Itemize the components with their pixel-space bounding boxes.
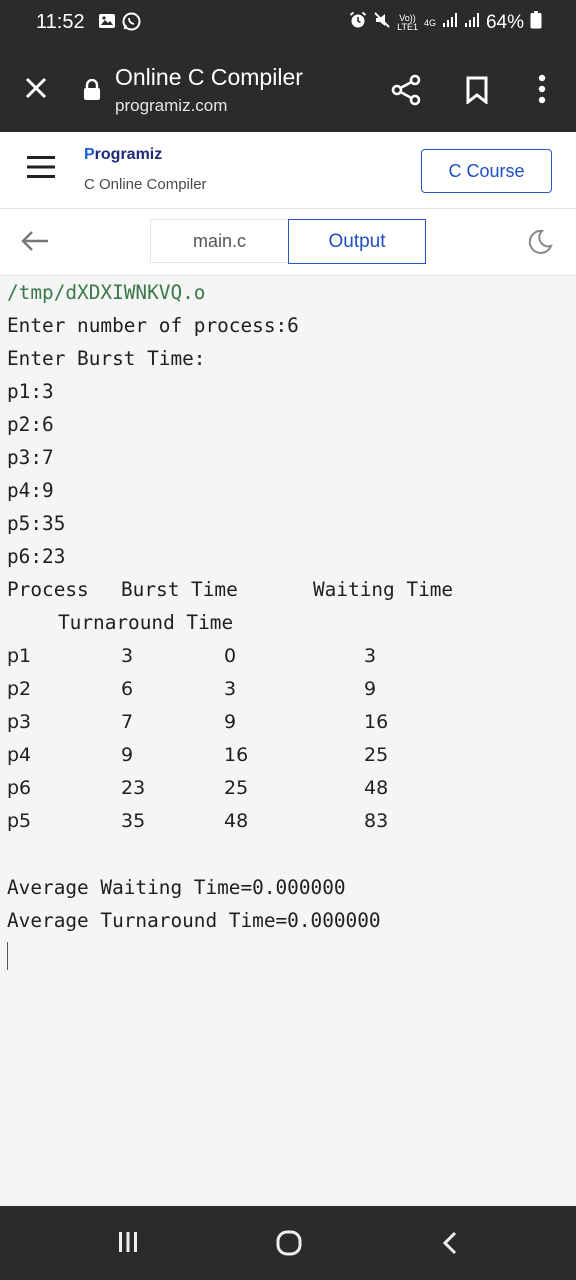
editor-tabs-bar: main.c Output [0, 209, 576, 276]
c-course-button[interactable]: C Course [421, 149, 552, 193]
site-header: Programiz C Online Compiler C Course [0, 132, 576, 209]
programiz-logo[interactable]: Programiz [84, 146, 162, 164]
cell-turnaround: 16 [364, 711, 389, 733]
tab-output[interactable]: Output [288, 219, 426, 264]
hamburger-menu-icon[interactable] [27, 154, 55, 185]
cell-waiting: 48 [224, 810, 249, 832]
cell-process: p4 [7, 744, 32, 766]
close-icon[interactable] [22, 74, 50, 107]
battery-icon [530, 11, 542, 35]
console-line: p2:6 [7, 413, 54, 436]
output-console[interactable]: /tmp/dXDXIWNKVQ.o Enter number of proces… [0, 276, 576, 1206]
header-waiting-time: Waiting Time [313, 578, 454, 601]
gallery-notification-icon [98, 12, 116, 36]
system-navigation-bar [0, 1206, 576, 1280]
cell-waiting: 3 [224, 678, 237, 700]
average-waiting-line: Average Waiting Time=0.000000 [7, 876, 346, 899]
network-generation: 4G [423, 17, 436, 28]
share-icon[interactable] [390, 74, 422, 111]
site-subtitle: C Online Compiler [84, 176, 207, 193]
page-title: Online C Compiler [115, 64, 303, 90]
battery-percent: 64% [485, 12, 524, 33]
cell-turnaround: 83 [364, 810, 389, 832]
console-line: p4:9 [7, 479, 54, 502]
nav-back-icon[interactable] [440, 1231, 460, 1260]
console-line: p3:7 [7, 446, 54, 469]
page-url[interactable]: programiz.com [115, 96, 227, 116]
cell-process: p3 [7, 711, 32, 733]
header-burst-time: Burst Time [121, 578, 238, 601]
text-cursor [7, 942, 8, 970]
browser-toolbar: Online C Compiler programiz.com [0, 46, 576, 132]
cell-burst: 3 [121, 645, 134, 667]
recent-apps-icon[interactable] [118, 1231, 138, 1258]
bookmark-icon[interactable] [465, 76, 489, 109]
cell-waiting: 9 [224, 711, 237, 733]
cell-burst: 7 [121, 711, 134, 733]
cell-process: p1 [7, 645, 32, 667]
cell-turnaround: 25 [364, 744, 389, 766]
volte-indicator: Vo)) LTE1 [397, 13, 418, 32]
console-line: Enter Burst Time: [7, 347, 206, 370]
cell-turnaround: 9 [364, 678, 377, 700]
cell-turnaround: 3 [364, 645, 377, 667]
cell-process: p5 [7, 810, 32, 832]
cell-process: p6 [7, 777, 32, 799]
cell-waiting: 0 [224, 645, 237, 667]
cell-burst: 9 [121, 744, 134, 766]
signal-icon-2 [464, 12, 480, 34]
cell-burst: 23 [121, 777, 146, 799]
mute-icon [373, 11, 391, 35]
header-turnaround-time: Turnaround Time [58, 611, 234, 634]
whatsapp-notification-icon [122, 12, 141, 36]
status-time: 11:52 [36, 11, 85, 33]
cell-waiting: 16 [224, 744, 249, 766]
status-bar: 11:52 Vo)) LTE1 4G 64% [0, 0, 576, 46]
average-turnaround-line: Average Turnaround Time=0.000000 [7, 909, 381, 932]
lock-icon[interactable] [83, 78, 101, 106]
cell-waiting: 25 [224, 777, 249, 799]
overflow-menu-icon[interactable] [537, 74, 547, 109]
cell-burst: 6 [121, 678, 134, 700]
console-line: p5:35 [7, 512, 66, 535]
header-process: Process [7, 578, 89, 601]
back-arrow-icon[interactable] [20, 229, 50, 258]
home-icon[interactable] [276, 1230, 302, 1261]
cell-turnaround: 48 [364, 777, 389, 799]
dark-mode-icon[interactable] [526, 228, 554, 261]
console-line: p6:23 [7, 545, 66, 568]
console-line: p1:3 [7, 380, 54, 403]
cell-process: p2 [7, 678, 32, 700]
tab-main-c[interactable]: main.c [150, 219, 288, 263]
console-line: /tmp/dXDXIWNKVQ.o [7, 281, 206, 304]
console-line: Enter number of process:6 [7, 314, 299, 337]
signal-icon-1 [442, 12, 458, 34]
cell-burst: 35 [121, 810, 146, 832]
alarm-icon [349, 11, 367, 35]
